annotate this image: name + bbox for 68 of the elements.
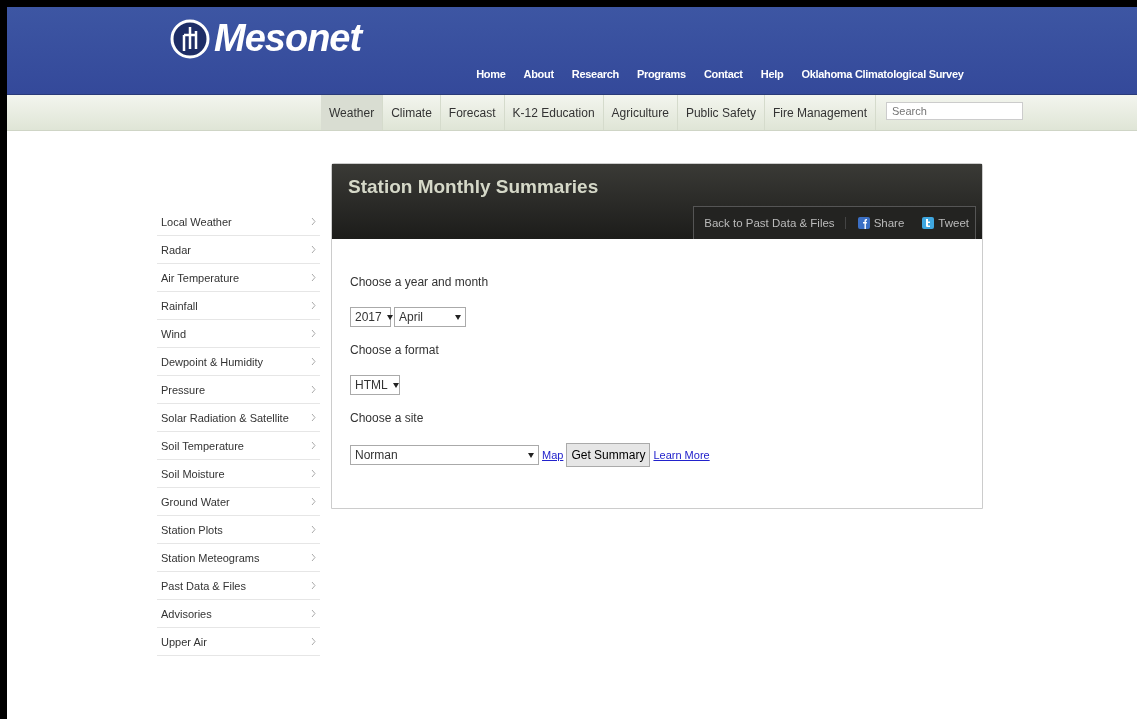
format-select[interactable]: HTML — [350, 375, 400, 395]
back-link[interactable]: Back to Past Data & Files — [694, 217, 846, 229]
nav-tab[interactable]: Climate — [383, 95, 441, 130]
logo-text: Mesonet — [214, 17, 362, 60]
sidebar-item[interactable]: Past Data & Files — [157, 572, 320, 600]
sidebar-item[interactable]: Upper Air — [157, 628, 320, 656]
nav-tab[interactable]: Public Safety — [677, 95, 765, 130]
header-link[interactable]: About — [523, 68, 554, 80]
year-select[interactable]: 2017 — [350, 307, 391, 327]
sidebar-item[interactable]: Radar — [157, 236, 320, 264]
search-field[interactable]: Search — [886, 102, 1024, 120]
chevron-icon — [311, 301, 316, 310]
chevron-icon — [311, 525, 316, 534]
chevron-icon — [311, 413, 316, 422]
sidebar-item[interactable]: Station Meteograms — [157, 544, 320, 572]
dropdown-arrow-icon — [528, 452, 534, 458]
site-select[interactable]: Norman — [350, 445, 539, 465]
sidebar-item[interactable]: Local Weather — [157, 208, 320, 236]
panel-title: Station Monthly Summaries — [348, 176, 600, 198]
sidebar-item[interactable]: Dewpoint & Humidity — [157, 348, 320, 376]
header-link[interactable]: Home — [476, 68, 506, 80]
nav-tab[interactable]: Agriculture — [603, 95, 678, 130]
dropdown-arrow-icon — [392, 382, 399, 388]
learn-more-link[interactable]: Learn More — [653, 449, 710, 461]
sidebar-item[interactable]: Advisories — [157, 600, 320, 628]
chevron-icon — [311, 273, 316, 282]
chevron-icon — [311, 581, 316, 590]
chevron-icon — [311, 637, 316, 646]
nav-tab[interactable]: Fire Management — [765, 95, 877, 130]
header-link[interactable]: Oklahoma Climatological Survey — [801, 68, 964, 80]
nav-tab[interactable]: K-12 Education — [504, 95, 604, 130]
month-select[interactable]: April — [394, 307, 466, 327]
chevron-icon — [311, 217, 316, 226]
form-label: Choose a site — [350, 411, 425, 425]
sidebar-item[interactable]: Air Temperature — [157, 264, 320, 292]
twitter-icon — [922, 217, 935, 229]
form-label: Choose a year and month — [350, 275, 490, 289]
facebook-icon — [857, 217, 870, 229]
logo-icon — [170, 18, 210, 59]
chevron-icon — [311, 497, 316, 506]
form-label: Choose a format — [350, 343, 440, 357]
sidebar-item[interactable]: Rainfall — [157, 292, 320, 320]
share-button[interactable]: Share — [845, 217, 911, 229]
sidebar-item[interactable]: Soil Temperature — [157, 432, 320, 460]
sidebar-item[interactable]: Solar Radiation & Satellite — [157, 404, 320, 432]
header-link[interactable]: Help — [760, 68, 784, 80]
get-summary-button[interactable]: Get Summary — [566, 443, 651, 467]
header-link[interactable]: Research — [571, 68, 619, 80]
sidebar-item[interactable]: Wind — [157, 320, 320, 348]
chevron-icon — [311, 357, 316, 366]
chevron-icon — [311, 441, 316, 450]
chevron-icon — [311, 609, 316, 618]
sidebar-item[interactable]: Pressure — [157, 376, 320, 404]
chevron-icon — [311, 329, 316, 338]
nav-tab[interactable]: Forecast — [440, 95, 505, 130]
chevron-icon — [311, 553, 316, 562]
header-link[interactable]: Programs — [636, 68, 686, 80]
chevron-icon — [311, 469, 316, 478]
tweet-button[interactable]: Tweet — [910, 217, 975, 229]
chevron-icon — [311, 385, 316, 394]
map-link[interactable]: Map — [542, 449, 564, 461]
sidebar-item[interactable]: Soil Moisture — [157, 460, 320, 488]
nav-tab[interactable]: Weather — [321, 95, 384, 130]
chevron-icon — [311, 245, 316, 254]
dropdown-arrow-icon — [455, 314, 461, 320]
sidebar-item[interactable]: Ground Water — [157, 488, 320, 516]
header-link[interactable]: Contact — [703, 68, 743, 80]
sidebar-item[interactable]: Station Plots — [157, 516, 320, 544]
